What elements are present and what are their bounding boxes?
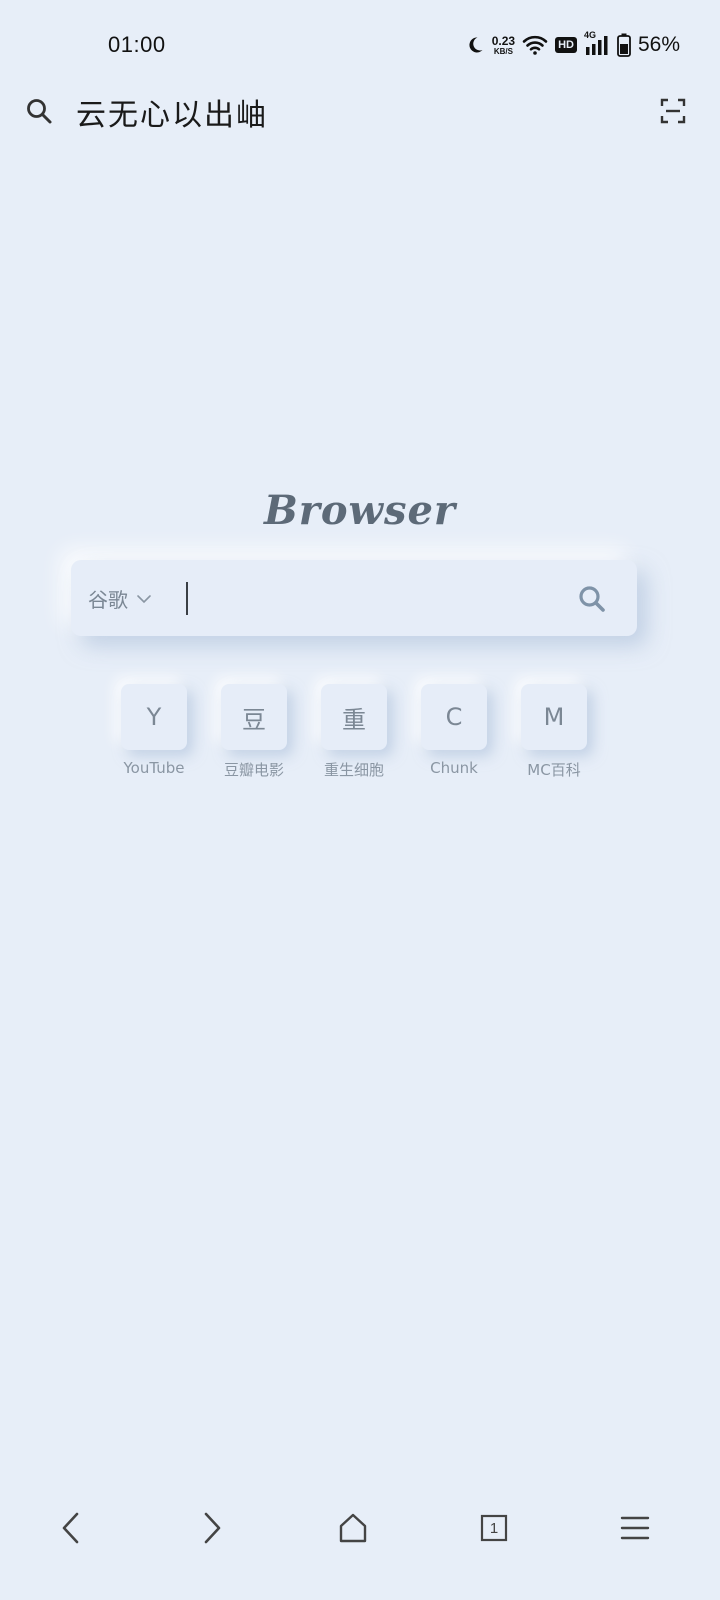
forward-button[interactable] [192,1508,232,1548]
battery-icon [617,33,631,57]
shortcut-tile[interactable]: 豆 [221,684,287,750]
net-speed: 0.23 KB/S [492,35,515,56]
status-time: 01:00 [108,32,166,57]
search-engine-label: 谷歌 [88,588,128,612]
home-button[interactable] [333,1508,373,1548]
shortcut-label: Chunk [430,759,478,777]
wifi-icon [522,35,548,55]
menu-button[interactable] [615,1508,655,1548]
shortcut-tile[interactable]: 重 [321,684,387,750]
back-icon [62,1512,79,1544]
search-icon [579,586,605,612]
forward-icon [204,1512,221,1544]
shortcut-dead-cells[interactable]: 重 重生细胞 [304,684,404,780]
scan-icon [660,98,686,124]
shortcut-mc-wiki[interactable]: M MC百科 [504,684,604,780]
back-button[interactable] [51,1508,91,1548]
shortcut-tile[interactable]: C [421,684,487,750]
shortcut-grid: Y YouTube 豆 豆瓣电影 重 重生细胞 C Chunk M MC百科 [104,684,604,780]
net-speed-unit: KB/S [493,46,513,56]
shortcut-chunk[interactable]: C Chunk [404,684,504,780]
signal-bars-icon [585,36,608,55]
search-engine-selector[interactable]: 谷歌 [88,584,152,613]
home-icon [339,1513,367,1543]
status-bar: 01:00 0.23 KB/S HD 4G 56% [0,0,720,90]
tabs-button[interactable]: 1 [474,1508,514,1548]
text-cursor [186,582,188,615]
cellular-signal: 4G [584,30,610,57]
header-search-button[interactable] [22,94,56,128]
browser-home-screen: 01:00 0.23 KB/S HD 4G 56% 云无心以出岫 Browser… [0,0,720,1600]
chevron-down-icon [137,594,151,603]
search-bar: 谷歌 [71,560,637,636]
moon-icon [469,37,483,53]
bottom-navigation: 1 [0,1490,720,1600]
shortcut-douban-movie[interactable]: 豆 豆瓣电影 [204,684,304,780]
shortcut-tile[interactable]: Y [121,684,187,750]
shortcut-label: YouTube [123,759,185,777]
hd-badge: HD [555,37,577,53]
shortcut-label: MC百科 [527,761,581,779]
search-submit-button[interactable] [577,584,607,614]
shortcut-tile[interactable]: M [521,684,587,750]
shortcut-label: 豆瓣电影 [223,761,284,779]
tab-count: 1 [489,1519,499,1537]
menu-icon [620,1516,650,1540]
search-icon [27,99,52,124]
header-title: 云无心以出岫 [76,98,268,133]
browser-logo: Browser [263,487,457,534]
scan-button[interactable] [658,96,688,126]
net-speed-value: 0.23 [491,33,516,48]
battery-percent: 56% [637,33,680,56]
shortcut-label: 重生细胞 [323,761,384,779]
app-header: 云无心以出岫 [0,84,720,140]
shortcut-youtube[interactable]: Y YouTube [104,684,204,780]
search-input[interactable] [191,578,555,620]
status-indicators: 0.23 KB/S HD 4G 56% [465,30,680,60]
